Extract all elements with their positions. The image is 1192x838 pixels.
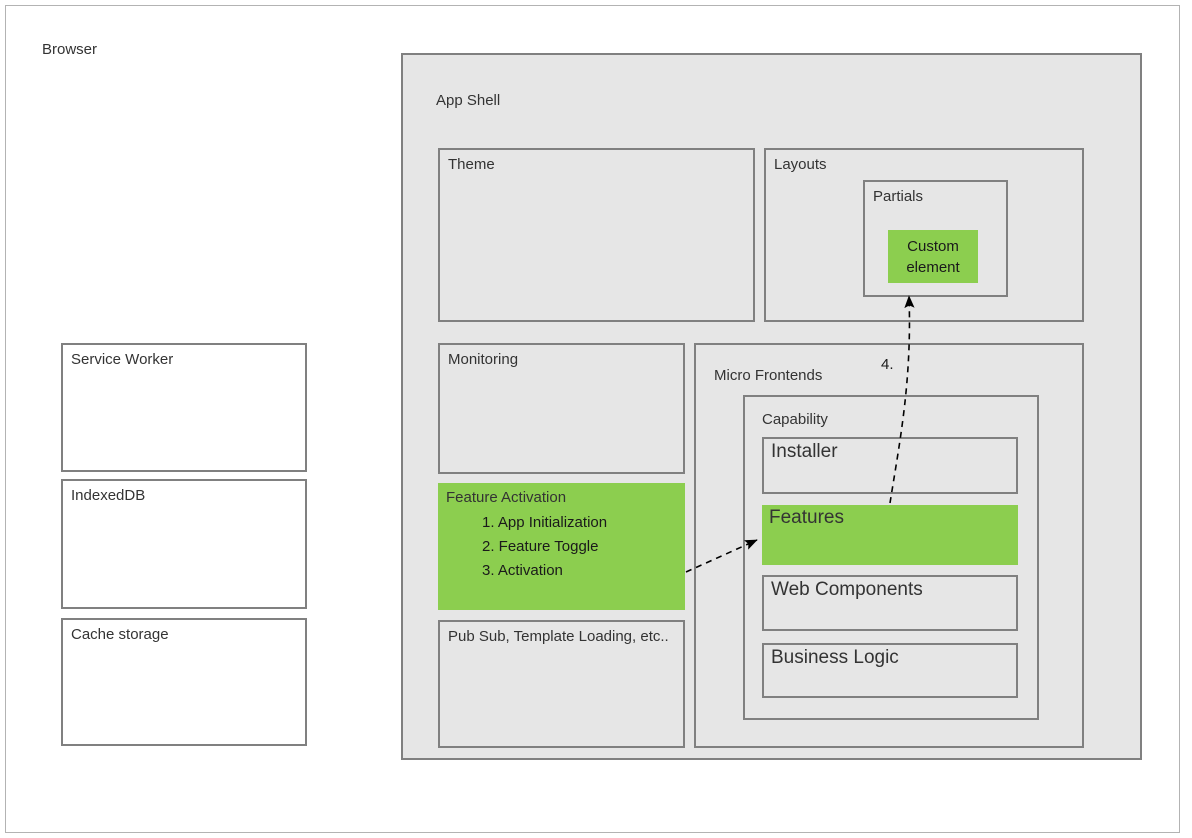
theme-label: Theme [448, 156, 495, 173]
web-components-label: Web Components [771, 579, 923, 600]
feature-activation-box[interactable]: Feature Activation 1. App Initialization… [438, 483, 685, 610]
service-worker-label: Service Worker [71, 351, 174, 368]
micro-frontends-label: Micro Frontends [714, 367, 823, 384]
service-worker-box[interactable]: Service Worker [61, 343, 307, 472]
business-logic-label: Business Logic [771, 647, 899, 668]
installer-label: Installer [771, 441, 838, 462]
cache-storage-label: Cache storage [71, 626, 169, 643]
installer-box[interactable]: Installer [762, 437, 1018, 494]
diagram-canvas: Browser Service Worker IndexedDB Cache s… [0, 0, 1192, 838]
features-box[interactable]: Features [762, 505, 1018, 565]
cache-storage-box[interactable]: Cache storage [61, 618, 307, 746]
feature-activation-steps: 1. App Initialization 2. Feature Toggle … [482, 511, 607, 583]
indexeddb-box[interactable]: IndexedDB [61, 479, 307, 609]
browser-label: Browser [42, 41, 98, 58]
pub-sub-box[interactable]: Pub Sub, Template Loading, etc.. [438, 620, 685, 748]
app-shell-label: App Shell [436, 92, 501, 109]
feature-activation-step: 2. Feature Toggle [482, 538, 599, 555]
capability-label: Capability [762, 411, 828, 428]
custom-element-label: Custom element [906, 237, 960, 276]
indexeddb-label: IndexedDB [71, 487, 146, 504]
connector-label-4: 4. [881, 356, 894, 373]
feature-activation-step: 3. Activation [482, 562, 563, 579]
monitoring-box[interactable]: Monitoring [438, 343, 685, 474]
web-components-box[interactable]: Web Components [762, 575, 1018, 631]
feature-activation-step: 1. App Initialization [482, 514, 608, 531]
feature-activation-label: Feature Activation [446, 489, 567, 506]
theme-box[interactable]: Theme [438, 148, 755, 322]
layouts-label: Layouts [774, 156, 827, 173]
business-logic-box[interactable]: Business Logic [762, 643, 1018, 698]
custom-element-box[interactable]: Custom element [888, 230, 978, 283]
partials-label: Partials [873, 188, 924, 205]
pub-sub-label: Pub Sub, Template Loading, etc.. [448, 628, 669, 645]
monitoring-label: Monitoring [448, 351, 519, 368]
features-label: Features [769, 507, 844, 528]
